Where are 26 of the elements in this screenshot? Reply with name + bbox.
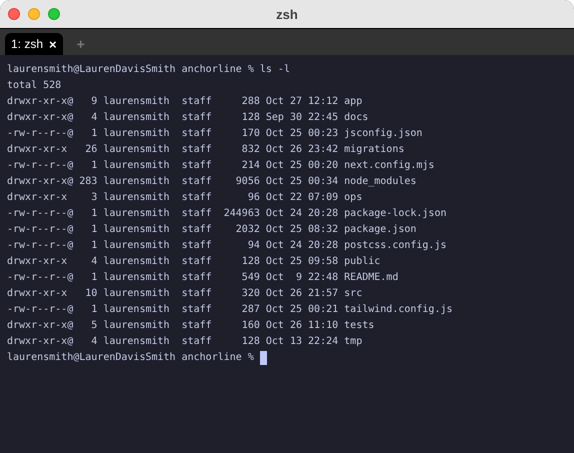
terminal-line: -rw-r--r--@ 1 laurensmith staff 549 Oct 9 22:48 README.md (7, 271, 398, 285)
terminal-line: laurensmith@LaurenDavisSmith anchorline % ls -l (7, 63, 290, 77)
terminal-line: -rw-r--r--@ 1 laurensmith staff 94 Oct 24 20:28 postcss.config.js (7, 239, 446, 253)
close-tab-icon[interactable]: × (49, 36, 57, 52)
terminal-line: -rw-r--r--@ 1 laurensmith staff 214 Oct 25 00:20 next.config.mjs (7, 159, 434, 173)
terminal-line: drwxr-xr-x 4 laurensmith staff 128 Oct 25 09:58 public (7, 255, 380, 269)
terminal-line: drwxr-xr-x 26 laurensmith staff 832 Oct 26 23:42 migrations (7, 143, 404, 157)
terminal-line: drwxr-xr-x@ 5 laurensmith staff 160 Oct 26 11:10 tests (7, 319, 374, 333)
close-window-button[interactable] (8, 8, 20, 20)
window-title: zsh (276, 6, 298, 22)
terminal-line: -rw-r--r--@ 1 laurensmith staff 244963 Oct 24 20:28 package-lock.json (7, 207, 446, 221)
terminal-tab[interactable]: 1: zsh × (5, 33, 63, 55)
terminal-line: total 528 (7, 79, 62, 93)
terminal-line: drwxr-xr-x 10 laurensmith staff 320 Oct 26 21:57 src (7, 287, 362, 301)
terminal-line: drwxr-xr-x@ 9 laurensmith staff 288 Oct 27 12:12 app (7, 95, 362, 109)
text-cursor (260, 351, 267, 365)
terminal-line: drwxr-xr-x@ 4 laurensmith staff 128 Oct 13 22:24 tmp (7, 335, 362, 349)
terminal-line: -rw-r--r--@ 1 laurensmith staff 287 Oct 25 00:21 tailwind.config.js (7, 303, 453, 317)
terminal-line: drwxr-xr-x@ 4 laurensmith staff 128 Sep 30 22:45 docs (7, 111, 368, 125)
terminal-line: drwxr-xr-x@ 283 laurensmith staff 9056 Oct 25 00:34 node_modules (7, 175, 416, 189)
terminal-line: -rw-r--r--@ 1 laurensmith staff 170 Oct 25 00:23 jsconfig.json (7, 127, 422, 141)
zoom-window-button[interactable] (48, 8, 60, 20)
terminal-prompt: laurensmith@LaurenDavisSmith anchorline % (7, 351, 254, 365)
minimize-window-button[interactable] (28, 8, 40, 20)
terminal-line: -rw-r--r--@ 1 laurensmith staff 2032 Oct 25 08:32 package.json (7, 223, 416, 237)
terminal-line: drwxr-xr-x 3 laurensmith staff 96 Oct 22 07:09 ops (7, 191, 362, 205)
